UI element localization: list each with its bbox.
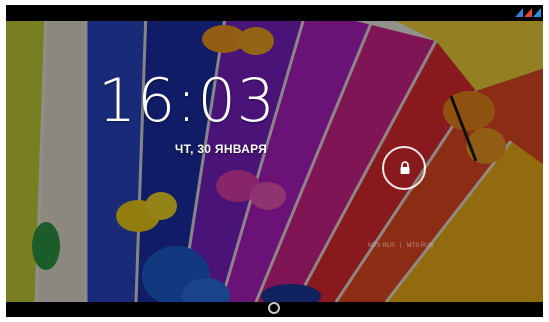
carrier-label: MTS RUS: [406, 243, 434, 249]
signal-icon: [515, 8, 523, 17]
carrier-info: MTS RUS | MTS RUS: [368, 243, 478, 249]
dim-overlay: [6, 21, 543, 302]
tablet-frame: 16:03 ЧТ, 30 ЯНВАРЯ MTS RUS | MTS RUS: [0, 0, 549, 322]
signal-icon: [524, 8, 532, 17]
carrier-separator: |: [400, 243, 402, 249]
unlock-button[interactable]: [382, 146, 426, 190]
signal-icon: [533, 8, 541, 17]
date-label: ЧТ, 30 ЯНВАРЯ: [174, 142, 268, 156]
navigation-bar: [6, 302, 543, 317]
lock-icon: [400, 161, 410, 174]
lock-screen: 16:03 ЧТ, 30 ЯНВАРЯ MTS RUS | MTS RUS: [6, 5, 543, 317]
home-icon[interactable]: [268, 302, 280, 314]
clock: 16:03: [98, 66, 276, 136]
carrier-label: MTS RUS: [368, 243, 395, 249]
wallpaper: [6, 21, 543, 302]
status-bar: [6, 5, 543, 21]
